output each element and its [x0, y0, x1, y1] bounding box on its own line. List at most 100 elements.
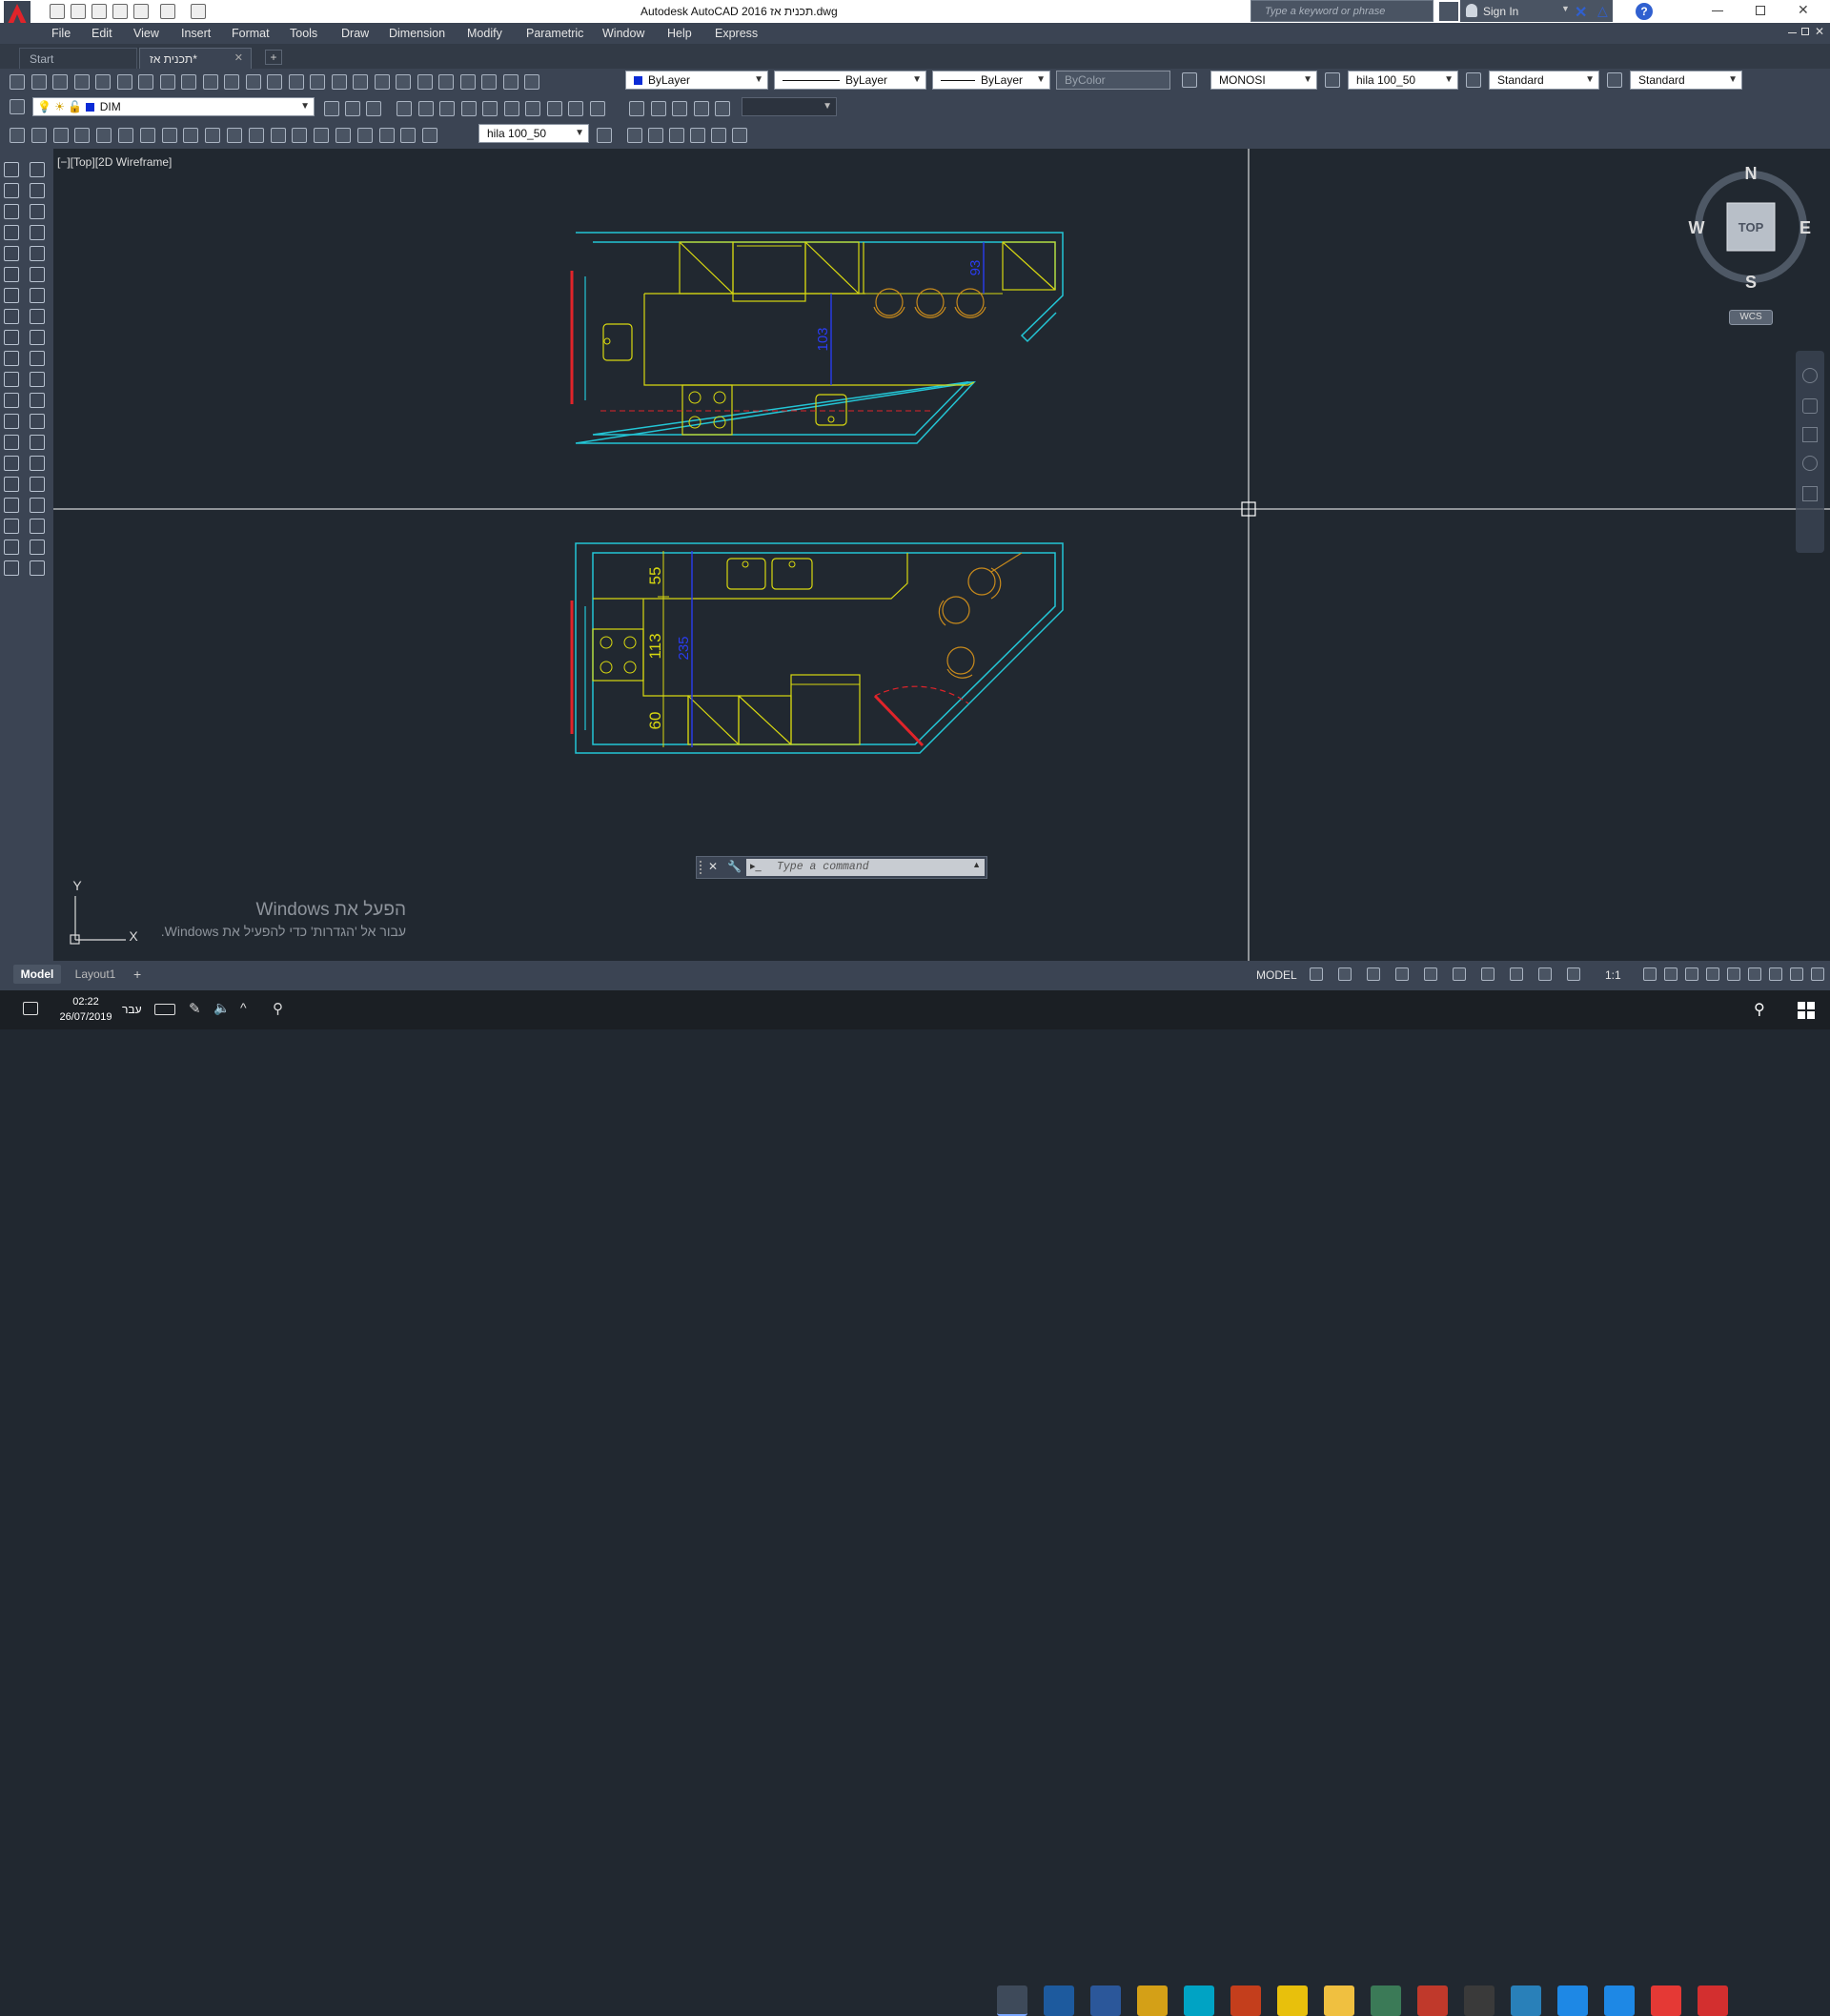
blend-icon[interactable] — [30, 498, 45, 513]
dim-edit-icon[interactable] — [378, 128, 395, 143]
menu-help[interactable]: Help — [667, 26, 692, 41]
viewport-3-icon[interactable] — [672, 101, 687, 116]
save-as-icon[interactable] — [112, 4, 128, 19]
pen-icon[interactable]: ✎ — [189, 1000, 201, 1017]
search-binoculars-icon[interactable] — [1439, 2, 1458, 21]
rectangle-icon[interactable] — [4, 246, 19, 261]
region-icon[interactable] — [4, 498, 19, 513]
make-block-icon[interactable] — [4, 414, 19, 429]
plotstyle-combo[interactable]: ByColor — [1056, 71, 1170, 90]
sheet-set-icon[interactable] — [459, 74, 476, 90]
drawing-viewport[interactable]: [−][Top][2D Wireframe] 103 93 55 113 60 … — [53, 149, 1830, 961]
edit-hatch-icon[interactable] — [30, 560, 45, 576]
layer-freeze-icon[interactable] — [460, 101, 477, 116]
app-task-icon[interactable] — [1557, 1985, 1588, 2016]
markup-icon[interactable] — [481, 74, 497, 90]
calculator-icon[interactable] — [502, 74, 518, 90]
menu-parametric[interactable]: Parametric — [526, 26, 583, 41]
qnew-icon[interactable] — [10, 74, 25, 90]
command-customize-icon[interactable]: 🔧 — [727, 860, 742, 873]
make-current-icon[interactable] — [366, 101, 381, 116]
layer-merge-icon[interactable] — [568, 101, 583, 116]
viewport-clip-icon[interactable] — [693, 101, 709, 116]
plot-icon[interactable] — [73, 74, 90, 90]
layer-lock-icon[interactable] — [503, 101, 519, 116]
taskbar-search-icon[interactable]: ⚲ — [1754, 1000, 1765, 1019]
menu-draw[interactable]: Draw — [341, 26, 369, 41]
action-center-icon[interactable] — [23, 1002, 38, 1015]
dim-style-combo[interactable]: hila 100_50 ▼ — [1348, 71, 1458, 90]
polygon-icon[interactable] — [4, 225, 19, 240]
workspace-icon[interactable] — [1643, 967, 1657, 981]
insert-block-icon[interactable] — [4, 393, 19, 408]
viewcube-north[interactable]: N — [1745, 164, 1758, 183]
close-button[interactable]: ✕ — [1798, 2, 1809, 18]
text-style-combo[interactable]: MONOSI ▼ — [1210, 71, 1317, 90]
ellipse-icon[interactable] — [4, 351, 19, 366]
menu-file[interactable]: File — [51, 26, 71, 41]
layer-unlock-icon[interactable] — [525, 101, 540, 116]
trim-icon[interactable] — [30, 351, 45, 366]
table-style-icon[interactable] — [1466, 72, 1481, 88]
tab-drawing[interactable]: תכנית אז* ✕ — [139, 48, 252, 69]
minimize-button[interactable] — [1712, 10, 1723, 11]
steering-wheel-icon[interactable] — [1802, 368, 1818, 383]
search-input[interactable]: Type a keyword or phrase — [1265, 6, 1385, 17]
move-icon[interactable] — [30, 267, 45, 282]
mirror-icon[interactable] — [30, 204, 45, 219]
dim-text-edit-icon[interactable] — [400, 128, 417, 143]
menu-view[interactable]: View — [133, 26, 159, 41]
publish-icon[interactable] — [116, 74, 132, 90]
redo-icon[interactable] — [288, 74, 304, 90]
table-icon[interactable] — [4, 519, 19, 534]
file-explorer-task-icon[interactable] — [1324, 1985, 1354, 2016]
infer-icon[interactable] — [1367, 967, 1380, 981]
ftp-task-icon[interactable] — [1417, 1985, 1448, 2016]
menu-dimension[interactable]: Dimension — [389, 26, 445, 41]
layer-combo[interactable]: 💡 ☀ 🔓 DIM ▼ — [32, 97, 315, 116]
hardware-acceleration-icon[interactable] — [1769, 967, 1782, 981]
copy-icon[interactable] — [181, 74, 196, 90]
dim-style-manager-icon[interactable] — [597, 128, 612, 143]
multileader-style-combo[interactable]: Standard ▼ — [1630, 71, 1742, 90]
restore-button[interactable] — [1756, 6, 1765, 15]
annotation-monitor-icon[interactable] — [1664, 967, 1678, 981]
save-icon[interactable] — [92, 4, 107, 19]
inspection-icon[interactable] — [336, 128, 351, 143]
undo-icon[interactable] — [160, 4, 175, 19]
auto-scale-icon[interactable] — [1567, 967, 1580, 981]
offset-icon[interactable] — [30, 225, 45, 240]
close-tab-icon[interactable]: ✕ — [234, 51, 243, 64]
redo-icon[interactable] — [191, 4, 206, 19]
zoom-extents-icon[interactable] — [1802, 427, 1818, 442]
lineweight-combo[interactable]: ByLayer ▼ — [932, 71, 1050, 90]
linear-dim-icon[interactable] — [10, 128, 25, 143]
bring-text-front-icon[interactable] — [711, 128, 726, 143]
people-icon[interactable]: ⚲ — [273, 1000, 283, 1017]
arc-icon[interactable] — [4, 267, 19, 282]
qsave-icon[interactable] — [52, 74, 68, 90]
extend-icon[interactable] — [30, 372, 45, 387]
tab-layout1[interactable]: Layout1 — [69, 965, 122, 984]
arc-length-icon[interactable] — [52, 128, 69, 143]
keyboard-icon[interactable] — [154, 1004, 175, 1015]
undo-icon[interactable] — [267, 74, 282, 90]
photo-task-icon[interactable] — [1511, 1985, 1541, 2016]
plot-icon[interactable] — [133, 4, 149, 19]
break-icon[interactable] — [30, 414, 45, 429]
dim-style-combo-2[interactable]: hila 100_50 ▼ — [478, 124, 589, 143]
exchange-apps-icon[interactable]: ✕ — [1575, 3, 1587, 22]
menu-insert[interactable]: Insert — [181, 26, 211, 41]
new-icon[interactable] — [50, 4, 65, 19]
add-layout-button[interactable]: + — [133, 967, 141, 982]
command-close-icon[interactable]: ✕ — [708, 860, 718, 873]
ellipse-arc-icon[interactable] — [4, 372, 19, 387]
quick-properties-icon[interactable] — [1706, 967, 1719, 981]
command-input[interactable]: ▸_ Type a command ▲ — [746, 859, 985, 876]
annotation-visibility-icon[interactable] — [1538, 967, 1552, 981]
dim-style-icon[interactable] — [1325, 72, 1340, 88]
quick-dim-icon[interactable] — [183, 128, 199, 143]
layer-match-icon[interactable] — [396, 101, 412, 116]
dim-space-icon[interactable] — [248, 128, 264, 143]
command-prompt-icon[interactable]: ▸_ — [750, 860, 762, 872]
